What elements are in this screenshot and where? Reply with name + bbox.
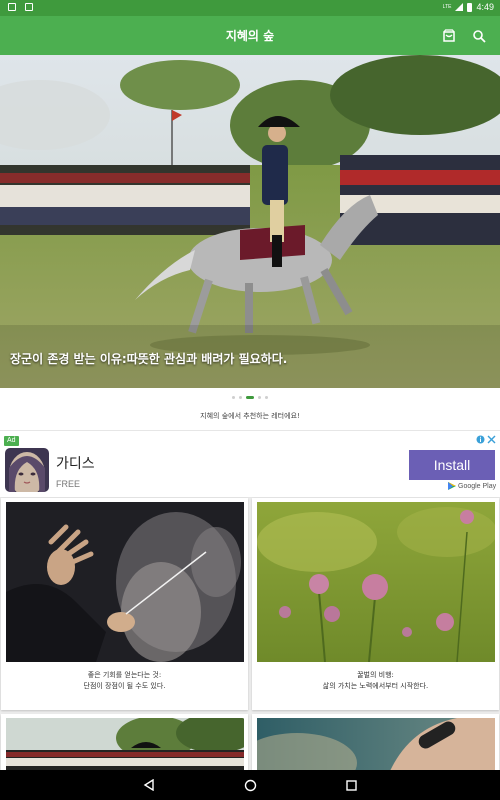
- page-dot[interactable]: [239, 396, 242, 399]
- card-line1: 좋은 기회를 얻는다는 것:: [87, 671, 162, 679]
- page-dot[interactable]: [265, 396, 268, 399]
- navigation-bar: [0, 770, 500, 800]
- ad-app-name: 가디스: [56, 456, 95, 472]
- notification-square-icon: [8, 3, 16, 11]
- page-dot[interactable]: [258, 396, 261, 399]
- card-image-hand: [257, 718, 495, 770]
- card-line2: 삶의 가치는 노력에서부터 시작한다.: [322, 682, 429, 690]
- page-dot[interactable]: [232, 396, 235, 399]
- hero-caption: 장군이 존경 받는 이유:따뜻한 관심과 배려가 필요하다.: [10, 352, 288, 366]
- google-play-badge: Google Play: [448, 482, 496, 490]
- carousel-footer: 지혜의 숲에서 추천하는 레터에요!: [0, 388, 500, 430]
- card-line2: 단점이 장점이 될 수도 있다.: [83, 682, 166, 690]
- home-icon[interactable]: [241, 777, 259, 793]
- ad-price: FREE: [56, 479, 81, 489]
- search-icon[interactable]: [468, 25, 490, 47]
- store-label: Google Play: [458, 482, 497, 490]
- status-bar: LTE 4:49: [0, 0, 500, 16]
- card-text: 꿀벌의 비행: 삶의 가치는 노력에서부터 시작한다.: [252, 670, 499, 692]
- ad-badge: Ad: [4, 436, 19, 446]
- hero-image: [0, 55, 500, 388]
- network-type: LTE: [442, 3, 452, 10]
- battery-icon: [467, 2, 473, 12]
- recents-icon[interactable]: [342, 777, 360, 793]
- hero-banner[interactable]: 장군이 존경 받는 이유:따뜻한 관심과 배려가 필요하다.: [0, 55, 500, 388]
- app-title: 지혜의 숲: [225, 29, 275, 43]
- info-icon[interactable]: [476, 435, 485, 444]
- google-play-icon: [448, 482, 456, 490]
- shop-bag-icon[interactable]: [438, 25, 460, 47]
- card-text: 좋은 기회를 얻는다는 것: 단점이 장점이 될 수도 있다.: [1, 670, 248, 692]
- clock: 4:49: [476, 2, 494, 12]
- back-icon[interactable]: [140, 777, 158, 793]
- page-indicator[interactable]: [0, 396, 500, 399]
- signal-icon: [455, 3, 464, 11]
- app-bar: 지혜의 숲: [0, 16, 500, 55]
- close-icon[interactable]: [487, 435, 496, 444]
- ad-choices[interactable]: [476, 435, 496, 444]
- letter-card[interactable]: 꿀벌의 비행: 삶의 가치는 노력에서부터 시작한다.: [252, 498, 499, 710]
- ad-app-icon[interactable]: [5, 448, 49, 492]
- letter-card[interactable]: [252, 714, 499, 770]
- card-image-clover: [257, 502, 495, 662]
- letter-card[interactable]: [1, 714, 248, 770]
- notification-a-icon: [25, 3, 33, 11]
- install-button[interactable]: Install: [409, 450, 495, 480]
- page-dot-active[interactable]: [246, 396, 254, 399]
- card-image-conductor: [6, 502, 244, 662]
- ad-banner[interactable]: Ad 가디스 FREE Install Google Play: [0, 430, 500, 498]
- card-image-soldiers: [6, 718, 244, 770]
- letter-card[interactable]: 좋은 기회를 얻는다는 것: 단점이 장점이 될 수도 있다.: [1, 498, 248, 710]
- recommend-text: 지혜의 숲에서 추천하는 레터에요!: [200, 412, 300, 420]
- card-line1: 꿀벌의 비행:: [357, 671, 394, 679]
